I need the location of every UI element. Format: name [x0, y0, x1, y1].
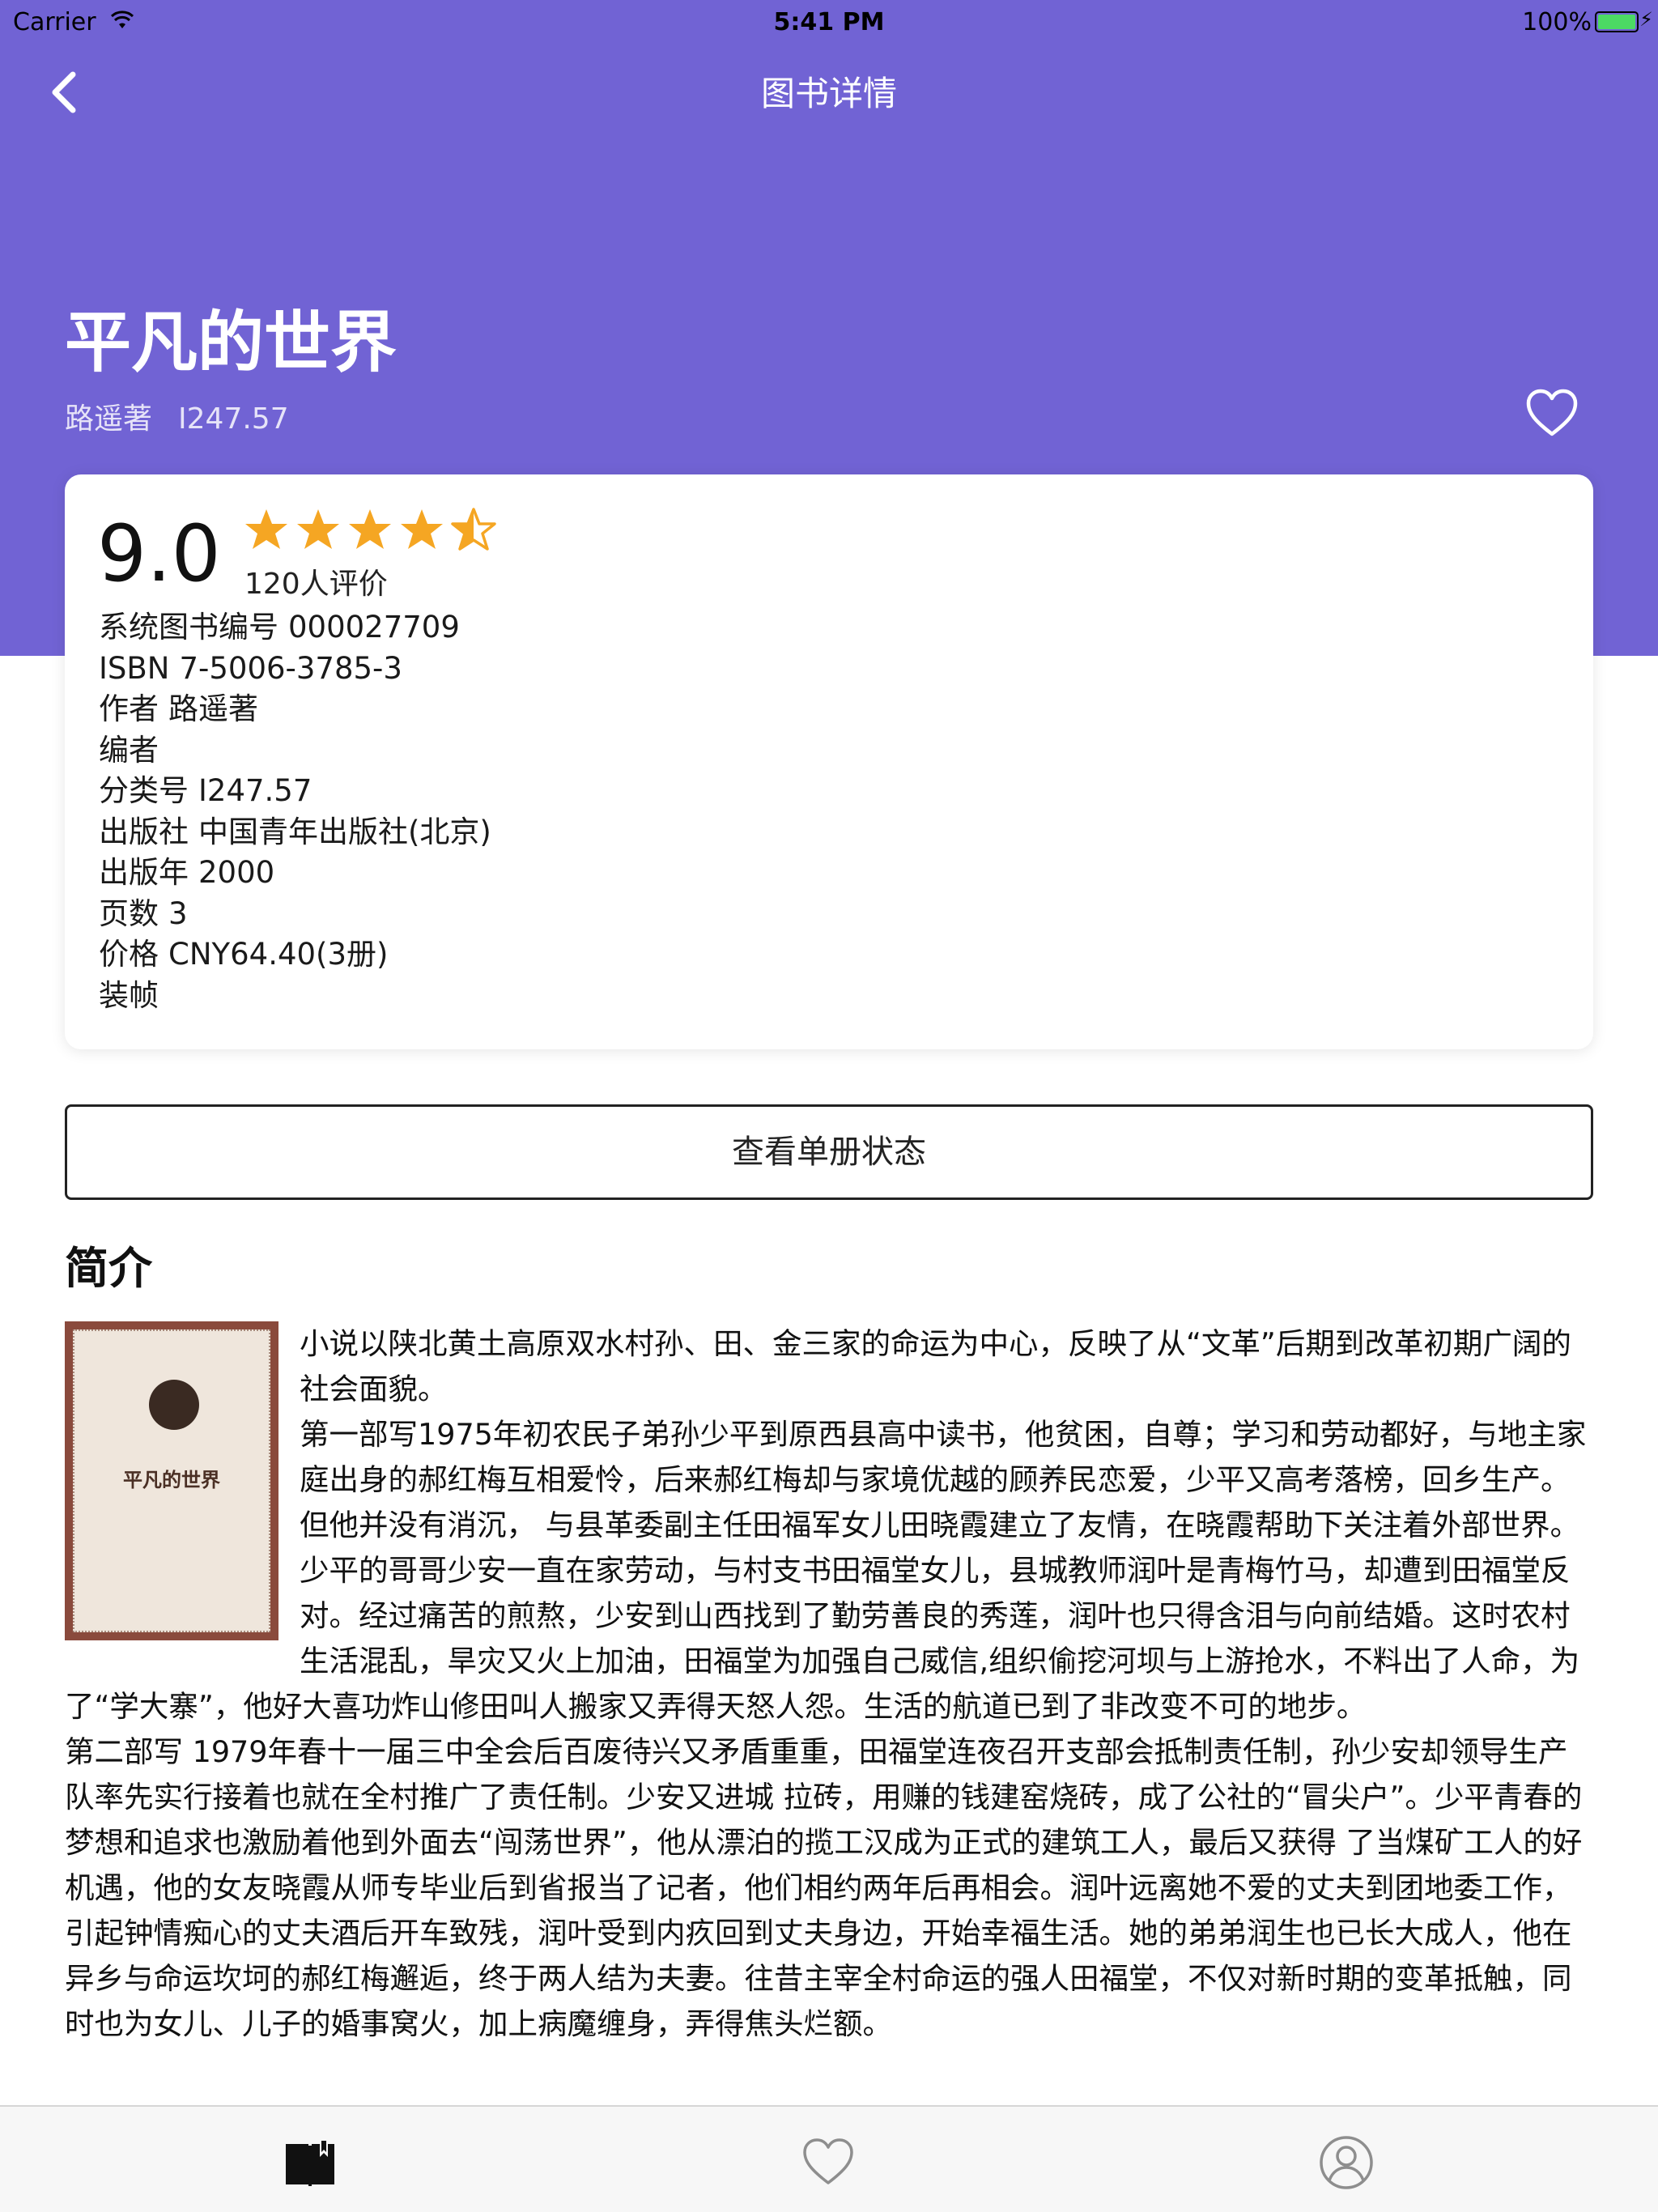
info-label: 系统图书编号 [99, 610, 278, 644]
star-full-icon [401, 509, 443, 549]
heart-icon [1526, 389, 1578, 436]
rating-count: 120人评价 [244, 568, 388, 601]
info-label: 页数 [99, 895, 159, 931]
book-call-number: I247.57 [178, 402, 289, 436]
info-label: 出版年 [99, 855, 189, 890]
info-value: 3 [168, 895, 188, 931]
info-label: 装帧 [99, 977, 159, 1013]
intro-paragraph: 小说以陕北黄土高原双水村孙、田、金三家的命运为中心，反映了从“文革”后期到改革初… [300, 1326, 1571, 1406]
info-label: 分类号 [99, 773, 189, 808]
book-info-card: 9.0 120人评价 系统图书编号 000027709 ISBN 7-5006-378… [65, 474, 1593, 1049]
tab-profile[interactable] [1318, 2134, 1375, 2191]
charging-icon: ⚡ [1639, 8, 1653, 31]
info-value: 中国青年出版社(北京) [198, 814, 491, 849]
info-value: 7-5006-3785-3 [179, 650, 402, 686]
rating-stars [243, 507, 497, 554]
book-author: 路遥著 [65, 402, 153, 436]
heart-icon [803, 2138, 853, 2184]
book-subtitle: 路遥著 I247.57 [65, 395, 289, 437]
info-label: 作者 [99, 691, 159, 726]
info-row: 编者 [99, 730, 491, 772]
intro-paragraph: 第二部写 1979年春十一届三中全会后百废待兴又矛盾重重，田福堂连夜召开支部会抵… [65, 1734, 1583, 2041]
info-label: ISBN [99, 650, 170, 686]
star-full-icon [297, 509, 339, 549]
info-row: 出版社 中国青年出版社(北京) [99, 812, 491, 853]
battery-icon [1595, 11, 1639, 32]
info-label: 价格 [99, 937, 159, 972]
info-row: 作者 路遥著 [99, 689, 491, 730]
info-row: 价格 CNY64.40(3册) [99, 934, 491, 976]
info-list: 系统图书编号 000027709 ISBN 7-5006-3785-3 作者 路遥著 编者分… [99, 607, 491, 1016]
tab-favorites[interactable] [800, 2134, 857, 2191]
info-row: 装帧 [99, 976, 491, 1017]
info-value: 2000 [198, 855, 275, 890]
book-cover-image: 平凡的世界 [65, 1321, 278, 1640]
info-row: 系统图书编号 000027709 [99, 607, 491, 649]
intro-paragraph: 第一部写1975年初农民子弟孙少平到原西县高中读书，他贫困，自尊；学习和劳动都好… [65, 1417, 1587, 1724]
favorite-button[interactable] [1524, 385, 1580, 442]
info-row: ISBN 7-5006-3785-3 [99, 649, 491, 690]
star-full-icon [245, 509, 287, 549]
book-title: 平凡的世界 [65, 304, 397, 381]
info-label: 出版社 [99, 814, 189, 849]
battery-percent: 100% [1522, 8, 1592, 36]
cover-emblem [149, 1380, 199, 1430]
nav-title: 图书详情 [760, 74, 897, 113]
status-bar: Carrier 5:41 PM 100% ⚡ [0, 0, 1658, 45]
view-copy-status-button[interactable]: 查看单册状态 [65, 1104, 1593, 1200]
info-value: CNY64.40(3册) [168, 937, 389, 972]
book-icon [286, 2141, 334, 2186]
clock: 5:41 PM [773, 8, 885, 36]
tab-library[interactable] [282, 2134, 338, 2191]
rating-score: 9.0 [97, 508, 221, 599]
cover-title: 平凡的世界 [123, 1469, 220, 1491]
info-label: 编者 [99, 732, 159, 768]
intro-body: 平凡的世界 小说以陕北黄土高原双水村孙、田、金三家的命运为中心，反映了从“文革”… [65, 1321, 1593, 2047]
info-row: 分类号 I247.57 [99, 771, 491, 812]
info-value: I247.57 [198, 773, 312, 808]
star-half-icon [451, 508, 496, 551]
info-value: 000027709 [288, 610, 460, 644]
info-value: 路遥著 [168, 691, 258, 726]
info-row: 出版年 2000 [99, 853, 491, 894]
info-row: 页数 3 [99, 894, 491, 935]
star-full-icon [349, 509, 391, 549]
user-icon [1320, 2136, 1373, 2189]
intro-heading: 简介 [65, 1243, 152, 1294]
